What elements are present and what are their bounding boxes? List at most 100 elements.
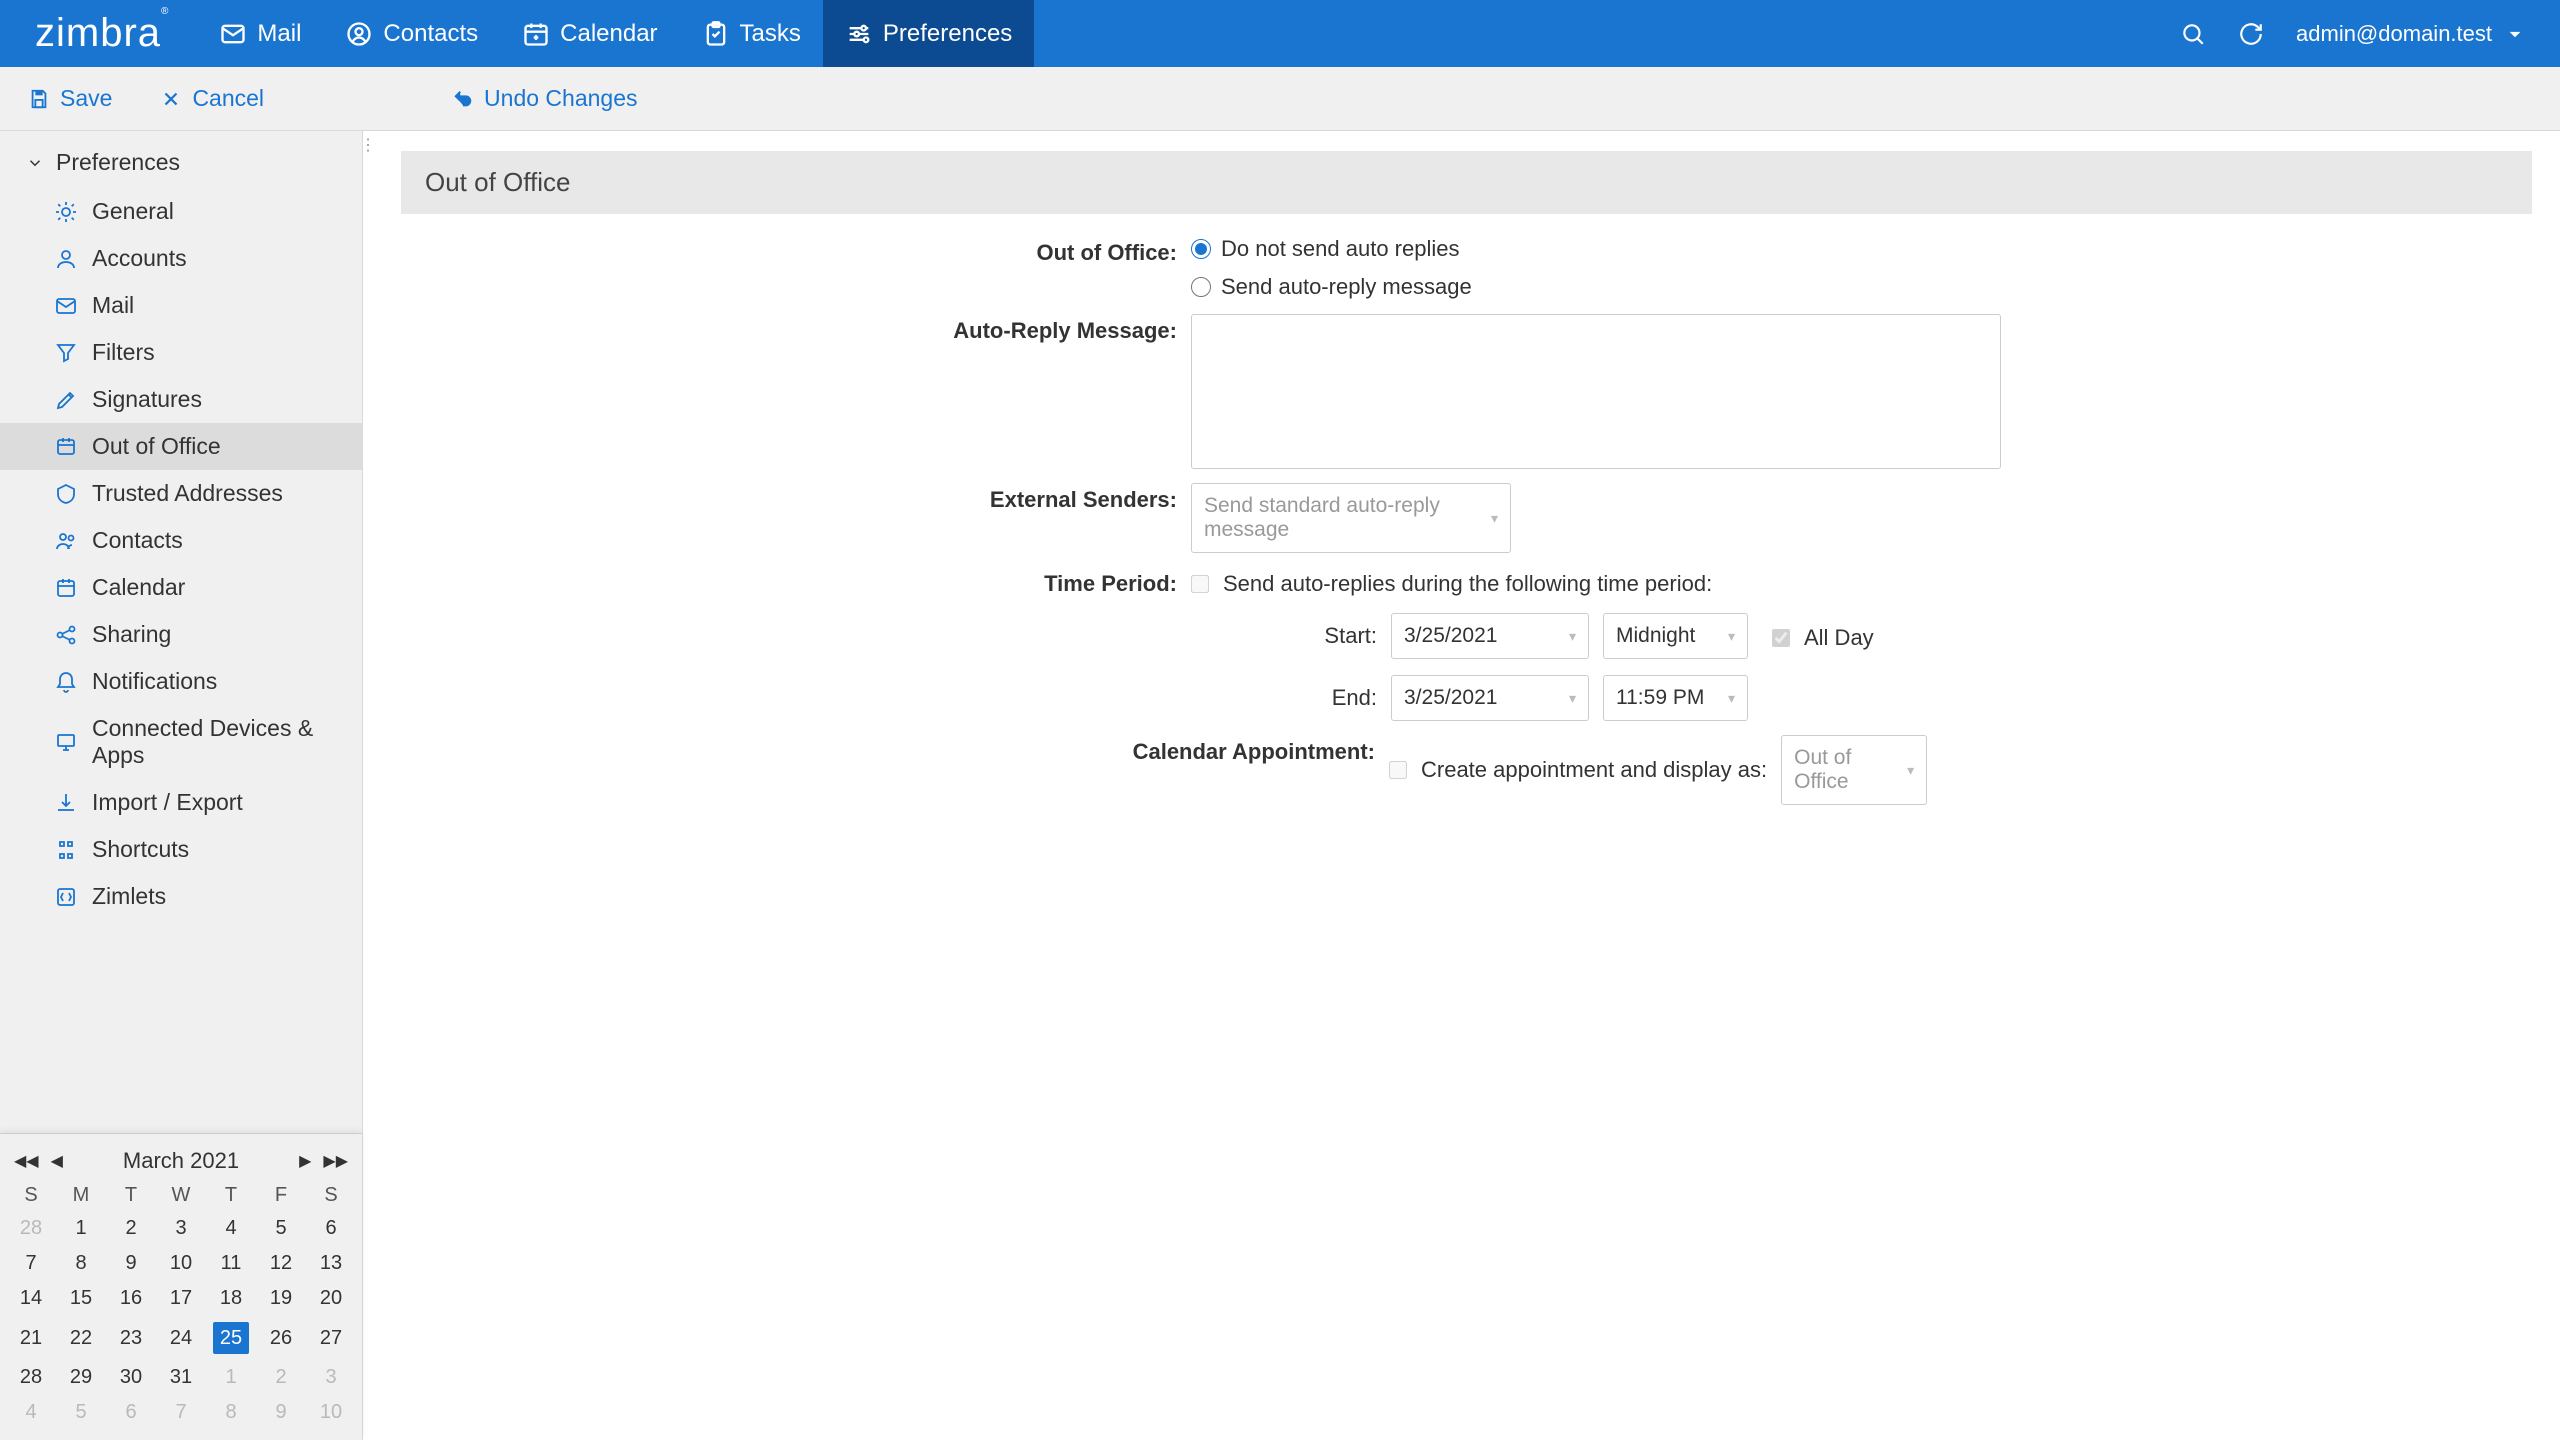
cal-day[interactable]: 24 xyxy=(156,1316,206,1360)
logo: zimbra® xyxy=(0,11,197,56)
cal-day[interactable]: 19 xyxy=(256,1281,306,1316)
radio-send-autoreply-label: Send auto-reply message xyxy=(1221,274,1472,300)
pref-item-filters[interactable]: Filters xyxy=(0,329,362,376)
undo-button[interactable]: Undo Changes xyxy=(452,85,637,112)
cal-day[interactable]: 18 xyxy=(206,1281,256,1316)
pref-item-accounts[interactable]: Accounts xyxy=(0,235,362,282)
start-time-select[interactable]: Midnight▾ xyxy=(1603,613,1748,659)
cal-day[interactable]: 8 xyxy=(206,1395,256,1430)
cal-day[interactable]: 26 xyxy=(256,1316,306,1360)
cal-day[interactable]: 20 xyxy=(306,1281,356,1316)
create-appointment-checkbox[interactable] xyxy=(1389,761,1407,779)
cal-day[interactable]: 17 xyxy=(156,1281,206,1316)
pref-item-mail[interactable]: Mail xyxy=(0,282,362,329)
cal-day[interactable]: 27 xyxy=(306,1316,356,1360)
radio-send-autoreply-input[interactable] xyxy=(1191,277,1211,297)
cal-day[interactable]: 9 xyxy=(256,1395,306,1430)
save-button[interactable]: Save xyxy=(28,85,112,112)
cal-day[interactable]: 6 xyxy=(106,1395,156,1430)
cal-prev-month[interactable]: ◀ xyxy=(51,1151,63,1171)
time-period-checkbox[interactable] xyxy=(1191,575,1209,593)
cal-day[interactable]: 16 xyxy=(106,1281,156,1316)
external-senders-select[interactable]: Send standard auto-reply message ▾ xyxy=(1191,483,1511,553)
label-end: End: xyxy=(1191,685,1377,711)
sidebar: Preferences GeneralAccountsMailFiltersSi… xyxy=(0,131,363,1440)
cal-day[interactable]: 22 xyxy=(56,1316,106,1360)
cal-day[interactable]: 4 xyxy=(6,1395,56,1430)
pref-item-shortcuts[interactable]: Shortcuts xyxy=(0,826,362,873)
tab-calendar[interactable]: Calendar xyxy=(500,0,679,67)
pref-item-connected-devices-apps[interactable]: Connected Devices & Apps xyxy=(0,705,362,779)
cal-day[interactable]: 23 xyxy=(106,1316,156,1360)
pref-tree-header[interactable]: Preferences xyxy=(0,131,362,188)
cal-day[interactable]: 11 xyxy=(206,1246,256,1281)
cal-day[interactable]: 1 xyxy=(56,1211,106,1246)
label-calendar-appointment: Calendar Appointment: xyxy=(401,735,1389,765)
search-icon[interactable] xyxy=(2180,21,2206,47)
cal-day[interactable]: 29 xyxy=(56,1360,106,1395)
cal-day[interactable]: 10 xyxy=(156,1246,206,1281)
cal-prev-year[interactable]: ◀◀ xyxy=(14,1151,39,1171)
cancel-button[interactable]: Cancel xyxy=(160,85,264,112)
account-menu[interactable]: admin@domain.test xyxy=(2296,21,2528,47)
cal-day[interactable]: 30 xyxy=(106,1360,156,1395)
all-day-checkbox-row[interactable]: All Day xyxy=(1772,625,1874,651)
tab-contacts[interactable]: Contacts xyxy=(323,0,500,67)
cal-day[interactable]: 13 xyxy=(306,1246,356,1281)
radio-no-autoreply-input[interactable] xyxy=(1191,239,1211,259)
cal-day[interactable]: 12 xyxy=(256,1246,306,1281)
cal-day[interactable]: 15 xyxy=(56,1281,106,1316)
radio-send-autoreply[interactable]: Send auto-reply message xyxy=(1191,274,2532,300)
cal-day[interactable]: 5 xyxy=(256,1211,306,1246)
cal-day[interactable]: 3 xyxy=(156,1211,206,1246)
cal-day[interactable]: 31 xyxy=(156,1360,206,1395)
end-time-select[interactable]: 11:59 PM▾ xyxy=(1603,675,1748,721)
cal-day[interactable]: 6 xyxy=(306,1211,356,1246)
cal-day[interactable]: 10 xyxy=(306,1395,356,1430)
pref-item-out-of-office[interactable]: Out of Office xyxy=(0,423,362,470)
cal-day[interactable]: 2 xyxy=(106,1211,156,1246)
cal-dow: S xyxy=(306,1180,356,1211)
cal-day[interactable]: 14 xyxy=(6,1281,56,1316)
tab-tasks[interactable]: Tasks xyxy=(680,0,823,67)
all-day-checkbox[interactable] xyxy=(1772,629,1790,647)
cal-day[interactable]: 3 xyxy=(306,1360,356,1395)
autoreply-message-input[interactable] xyxy=(1191,314,2001,469)
cal-day[interactable]: 2 xyxy=(256,1360,306,1395)
cal-day[interactable]: 25 xyxy=(206,1316,256,1360)
pref-item-calendar[interactable]: Calendar xyxy=(0,564,362,611)
appointment-status-select[interactable]: Out of Office▾ xyxy=(1781,735,1927,805)
cal-day[interactable]: 5 xyxy=(56,1395,106,1430)
start-date-select[interactable]: 3/25/2021▾ xyxy=(1391,613,1589,659)
cal-day[interactable]: 7 xyxy=(6,1246,56,1281)
cal-day[interactable]: 4 xyxy=(206,1211,256,1246)
tab-mail[interactable]: Mail xyxy=(197,0,323,67)
cal-day[interactable]: 28 xyxy=(6,1211,56,1246)
pref-item-notifications[interactable]: Notifications xyxy=(0,658,362,705)
end-date-select[interactable]: 3/25/2021▾ xyxy=(1391,675,1589,721)
pref-item-zimlets[interactable]: Zimlets xyxy=(0,873,362,920)
cal-next-year[interactable]: ▶▶ xyxy=(323,1151,348,1171)
radio-no-autoreply[interactable]: Do not send auto replies xyxy=(1191,236,2532,262)
cal-dow: W xyxy=(156,1180,206,1211)
sidebar-resize-handle[interactable]: ⋮ xyxy=(363,131,373,1440)
time-period-checkbox-row[interactable]: Send auto-replies during the following t… xyxy=(1191,571,2532,597)
refresh-icon[interactable] xyxy=(2238,21,2264,47)
cal-day[interactable]: 21 xyxy=(6,1316,56,1360)
cal-day[interactable]: 1 xyxy=(206,1360,256,1395)
pref-item-general[interactable]: General xyxy=(0,188,362,235)
tab-preferences[interactable]: Preferences xyxy=(823,0,1034,67)
chevron-down-icon: ▾ xyxy=(1569,690,1576,707)
pref-item-trusted-addresses[interactable]: Trusted Addresses xyxy=(0,470,362,517)
cal-next-month[interactable]: ▶ xyxy=(299,1151,311,1171)
cal-day[interactable]: 8 xyxy=(56,1246,106,1281)
cal-day[interactable]: 7 xyxy=(156,1395,206,1430)
cal-day[interactable]: 28 xyxy=(6,1360,56,1395)
pref-item-contacts[interactable]: Contacts xyxy=(0,517,362,564)
main-content: Out of Office Out of Office: Do not send… xyxy=(373,131,2560,1440)
pref-item-import-export[interactable]: Import / Export xyxy=(0,779,362,826)
pref-item-signatures[interactable]: Signatures xyxy=(0,376,362,423)
mini-cal-title[interactable]: March 2021 xyxy=(63,1148,299,1174)
cal-day[interactable]: 9 xyxy=(106,1246,156,1281)
pref-item-sharing[interactable]: Sharing xyxy=(0,611,362,658)
